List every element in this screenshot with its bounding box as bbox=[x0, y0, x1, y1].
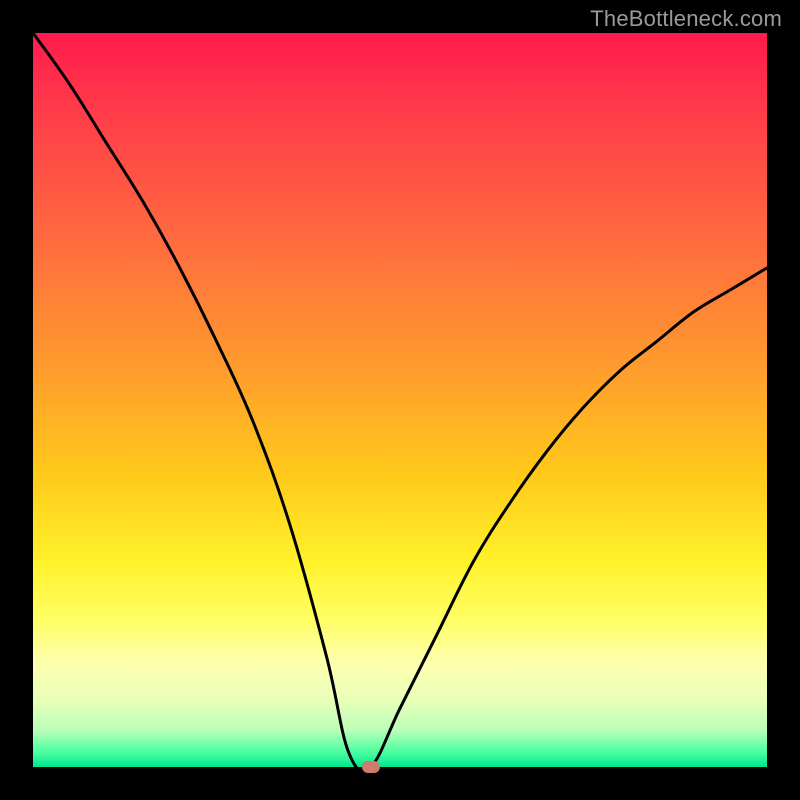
plot-area bbox=[33, 33, 767, 767]
watermark-text: TheBottleneck.com bbox=[590, 6, 782, 32]
chart-frame: TheBottleneck.com bbox=[0, 0, 800, 800]
curve-layer bbox=[33, 33, 767, 767]
bottleneck-curve bbox=[33, 33, 767, 771]
optimum-marker bbox=[362, 761, 380, 773]
